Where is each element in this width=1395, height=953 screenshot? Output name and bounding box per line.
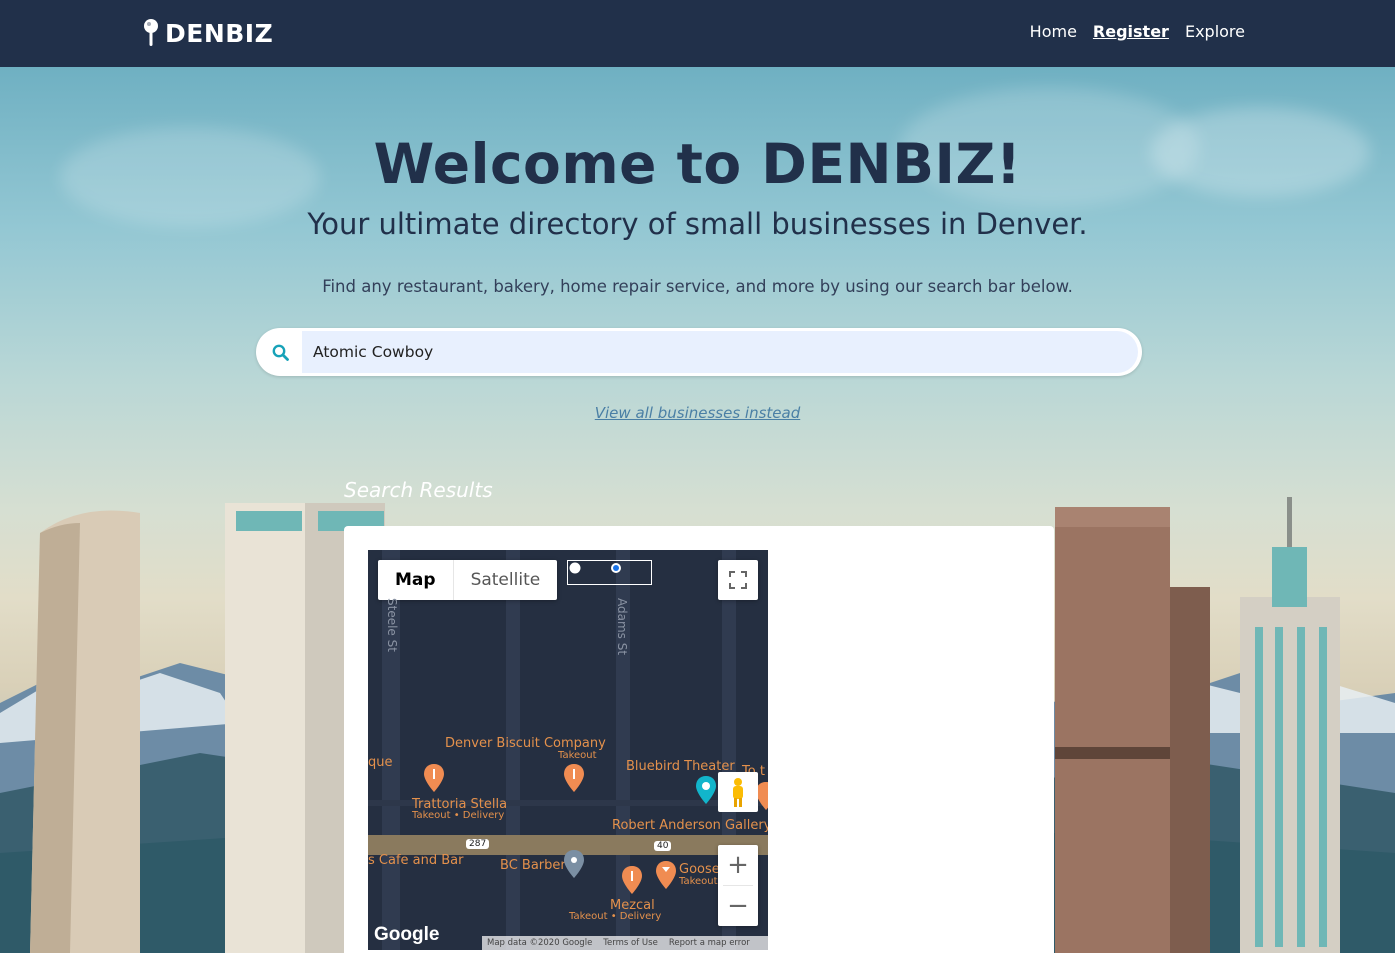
map-pin-icon <box>144 19 158 46</box>
fullscreen-button[interactable] <box>718 560 758 600</box>
place-label-que: que <box>368 755 393 770</box>
place-label-bc-barber: BC Barber <box>500 858 566 873</box>
map-type-satellite-button[interactable]: Satellite <box>454 560 558 600</box>
report-map-error-link[interactable]: Report a map error <box>669 938 750 948</box>
map-slider-control[interactable] <box>567 560 652 585</box>
search-input[interactable] <box>302 331 1138 373</box>
zoom-out-button[interactable]: − <box>718 886 758 926</box>
theater-marker-icon[interactable] <box>696 776 716 804</box>
search-results-heading: Search Results <box>344 478 493 502</box>
restaurant-marker-icon[interactable] <box>622 866 642 894</box>
place-label-cafe-bar: s Cafe and Bar <box>368 853 464 868</box>
search-bar <box>256 328 1142 376</box>
terms-of-use-link[interactable]: Terms of Use <box>603 938 658 948</box>
right-buildings-illustration <box>1055 497 1340 953</box>
street-view-pegman[interactable] <box>718 772 758 812</box>
fullscreen-icon <box>729 571 747 589</box>
page-tagline: Find any restaurant, bakery, home repair… <box>322 277 1073 296</box>
place-label-robert-anderson: Robert Anderson Gallery <box>612 818 768 833</box>
page-title: Welcome to DENBIZ! <box>373 132 1022 196</box>
map-attribution: Map data ©2020 Google Terms of Use Repor… <box>482 936 768 950</box>
zoom-in-button[interactable]: + <box>718 845 758 885</box>
restaurant-marker-icon[interactable] <box>564 764 584 792</box>
restaurant-marker-icon[interactable] <box>424 764 444 792</box>
map-data-text: Map data ©2020 Google <box>487 938 593 948</box>
pegman-icon <box>733 778 743 807</box>
highway-shield-40: 40 <box>654 841 672 851</box>
search-icon <box>256 328 304 376</box>
place-sublabel-denver-biscuit: Takeout <box>558 750 597 761</box>
zoom-control: + − <box>718 845 758 926</box>
view-all-businesses-link[interactable]: View all businesses instead <box>595 404 801 422</box>
place-sublabel-mezcal: Takeout • Delivery <box>569 911 662 922</box>
brand-logo[interactable]: DENBIZ <box>143 16 273 50</box>
nav-home-link[interactable]: Home <box>1030 22 1077 41</box>
brand-name: DENBIZ <box>165 18 274 48</box>
nav-links: Home Register Explore <box>1030 22 1245 41</box>
view-all-container: View all businesses instead <box>0 403 1395 422</box>
google-logo: Google <box>374 924 440 945</box>
highway-shield-287: 287 <box>466 839 490 849</box>
place-sublabel-goose: Takeout <box>679 876 718 887</box>
nav-explore-link[interactable]: Explore <box>1185 22 1245 41</box>
place-sublabel-trattoria: Takeout • Delivery <box>412 810 505 821</box>
nav-register-link[interactable]: Register <box>1093 22 1169 41</box>
page-subtitle: Your ultimate directory of small busines… <box>307 207 1088 241</box>
place-label-goose: Goose <box>679 862 720 877</box>
map-type-control: Map Satellite <box>378 560 558 600</box>
google-map[interactable]: Map Satellite Steele St Adams St Denver … <box>368 550 768 950</box>
place-label-denver-biscuit: Denver Biscuit Company <box>445 736 606 751</box>
map-type-map-button[interactable]: Map <box>378 560 454 600</box>
left-buildings-illustration <box>30 503 385 953</box>
navbar: DENBIZ Home Register Explore <box>0 0 1395 67</box>
street-label-adams: Adams St <box>615 598 629 656</box>
street-label-steele: Steele St <box>385 598 399 652</box>
barber-marker-icon[interactable] <box>564 850 584 878</box>
bar-marker-icon[interactable] <box>656 861 676 889</box>
